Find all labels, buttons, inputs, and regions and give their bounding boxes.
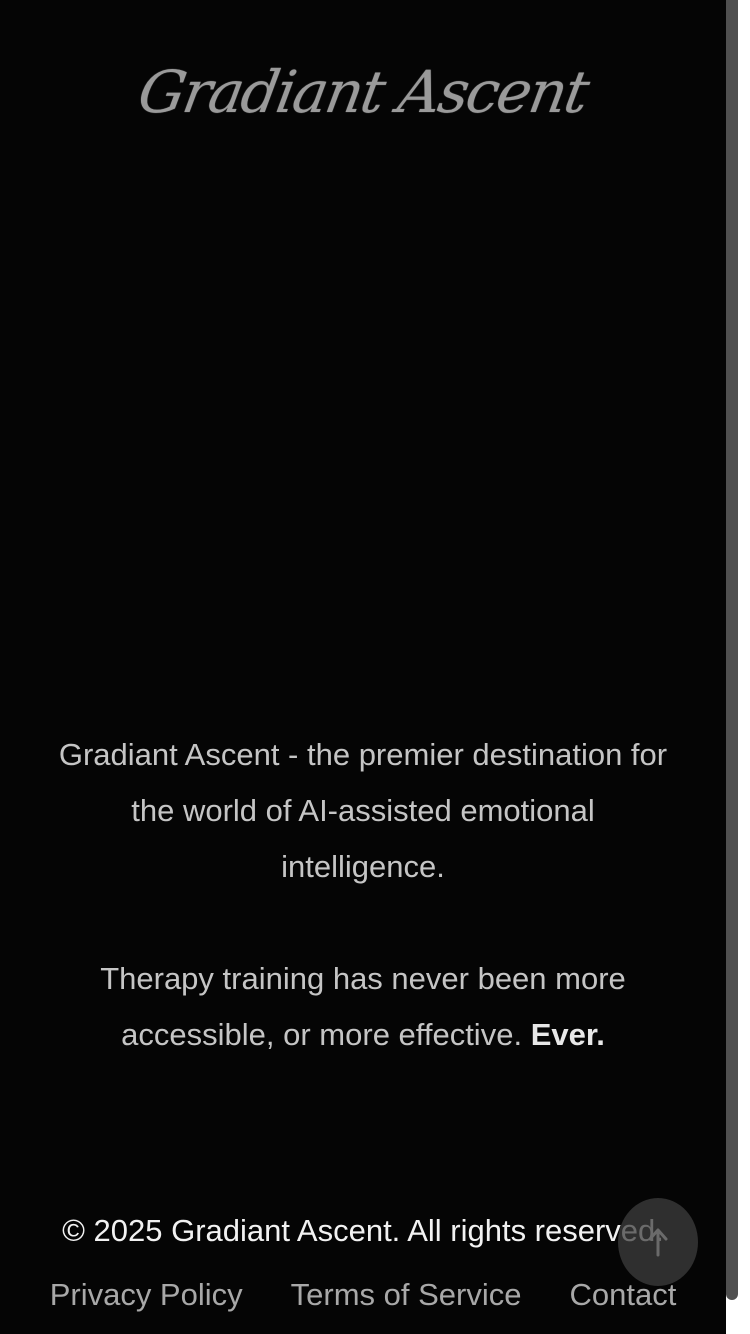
copyright-text: © 2025 Gradiant Ascent. All rights reser… xyxy=(62,1213,664,1248)
site-logo[interactable]: Gradiant Ascent xyxy=(0,52,733,132)
page: Gradiant Ascent Gradiant Ascent - the pr… xyxy=(0,0,726,1334)
scrollbar-thumb[interactable] xyxy=(726,0,738,1300)
terms-of-service-link[interactable]: Terms of Service xyxy=(291,1272,522,1318)
pitch-emphasis: Ever. xyxy=(530,1017,605,1052)
back-to-top-button[interactable] xyxy=(618,1198,698,1286)
privacy-policy-link[interactable]: Privacy Policy xyxy=(50,1272,243,1318)
scrollbar-track[interactable] xyxy=(726,0,750,1334)
intro-sentence: Gradiant Ascent - the premier destinatio… xyxy=(58,737,668,884)
footer-nav: Privacy Policy Terms of Service Contact xyxy=(0,1272,726,1318)
arrow-up-icon xyxy=(648,1228,668,1257)
pitch-text: Therapy training has never been more acc… xyxy=(0,951,726,1063)
intro-text: Gradiant Ascent - the premier destinatio… xyxy=(0,727,726,895)
